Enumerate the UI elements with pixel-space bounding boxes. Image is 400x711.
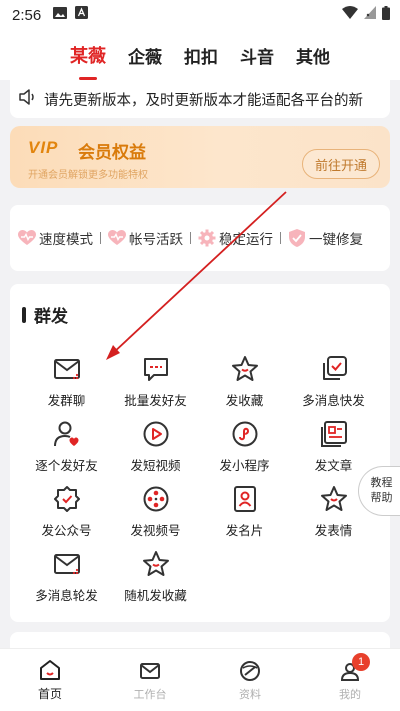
- grid-item-label: 发公众号: [41, 524, 92, 538]
- divider: [100, 232, 101, 244]
- divider: [280, 232, 281, 244]
- grid-item-label: 随机发收藏: [124, 589, 187, 603]
- nav-materials[interactable]: 资料: [200, 649, 300, 711]
- shield-check-icon: [288, 229, 306, 247]
- notice-text: 请先更新版本，及时更新版本才能适配各平台的新: [44, 92, 363, 109]
- section-title: 群发: [34, 307, 68, 326]
- heart-pulse-icon: [18, 230, 36, 246]
- grid-item-send-mini-program[interactable]: 发小程序: [200, 419, 289, 484]
- message-bubble-icon: [143, 358, 168, 381]
- tab-mouwei[interactable]: 某薇: [70, 38, 106, 72]
- help-label-line2: 帮助: [370, 492, 393, 504]
- section-header: 群发: [22, 302, 68, 327]
- grid-item-label: 发短视频: [130, 459, 181, 473]
- grid-item-label: 发小程序: [219, 459, 270, 473]
- feature-row: 速度模式 帐号活跃 稳定运行 一键修复: [10, 205, 390, 271]
- grid-item-multi-message-rotate[interactable]: 多消息轮发: [22, 549, 111, 614]
- vip-logo: VIP: [28, 138, 59, 157]
- gallery-icon: [53, 6, 68, 24]
- materials-icon: [240, 660, 260, 681]
- vip-title: 会员权益: [78, 143, 146, 162]
- nav-label: 资料: [239, 688, 261, 701]
- speaker-icon: [18, 88, 38, 111]
- multi-check-icon: [322, 356, 347, 380]
- grid-item-send-official-account[interactable]: 发公众号: [22, 484, 111, 549]
- vip-banner[interactable]: VIP 会员权益 开通会员解锁更多功能特权 前往开通: [10, 126, 390, 188]
- grid-item-label: 发群聊: [47, 394, 86, 408]
- grid-item-label: 发文章: [314, 459, 353, 473]
- tutorial-help-button[interactable]: 教程 帮助: [358, 466, 400, 516]
- feature-label: 稳定运行: [219, 232, 273, 247]
- grid-item-multi-message-fast[interactable]: 多消息快发: [289, 354, 378, 419]
- vip-open-button[interactable]: 前往开通: [302, 149, 380, 179]
- grid-item-send-friends-one-by-one[interactable]: 逐个发好友: [22, 419, 111, 484]
- feature-stable-run[interactable]: 稳定运行: [198, 228, 273, 248]
- grid-item-send-video-channel[interactable]: 发视频号: [111, 484, 200, 549]
- gear-icon: [198, 229, 216, 247]
- battery-icon: [382, 5, 390, 25]
- nav-profile[interactable]: 1 我的: [300, 649, 400, 711]
- grid-item-label: 批量发好友: [124, 394, 187, 408]
- grid-item-batch-send-friends[interactable]: 批量发好友: [111, 354, 200, 419]
- signal-icon: [364, 6, 376, 24]
- divider: [190, 232, 191, 244]
- grid-item-label: 发视频号: [130, 524, 181, 538]
- section-marker: [22, 306, 26, 323]
- notice-bar[interactable]: 请先更新版本，及时更新版本才能适配各平台的新: [10, 80, 390, 118]
- feature-label: 速度模式: [39, 232, 93, 247]
- feature-label: 一键修复: [309, 232, 363, 247]
- feature-one-click-repair[interactable]: 一键修复: [288, 228, 363, 248]
- workbench-icon: [140, 662, 160, 679]
- wifi-icon: [342, 6, 358, 24]
- vip-description: 开通会员解锁更多功能特权: [28, 170, 148, 181]
- grid-item-label: 逐个发好友: [35, 459, 98, 473]
- random-star-icon: [142, 551, 169, 576]
- tab-koukou[interactable]: 扣扣: [184, 39, 218, 72]
- play-icon: [143, 421, 168, 447]
- nav-home[interactable]: 首页: [0, 649, 100, 711]
- mini-program-icon: [232, 421, 257, 447]
- user-heart-icon: [53, 421, 78, 447]
- grid-item-random-send-favorites[interactable]: 随机发收藏: [111, 549, 200, 614]
- chat-rotate-icon: [53, 554, 80, 575]
- home-icon: [40, 660, 60, 680]
- feature-speed-mode[interactable]: 速度模式: [18, 228, 93, 248]
- video-channel-icon: [143, 486, 168, 512]
- official-account-icon: [53, 486, 80, 512]
- grid-item-send-business-card[interactable]: 发名片: [200, 484, 289, 549]
- tab-other[interactable]: 其他: [296, 39, 330, 72]
- grid-item-label: 多消息轮发: [35, 589, 98, 603]
- chat-group-icon: [53, 359, 80, 380]
- grid-item-label: 发名片: [225, 524, 264, 538]
- bottom-navigation: 首页 工作台 资料 1 我的: [0, 648, 400, 711]
- keyboard-a-icon: [75, 6, 89, 24]
- platform-tabs: 某薇 企薇 扣扣 斗音 其他: [0, 30, 400, 80]
- tab-douyin[interactable]: 斗音: [240, 39, 274, 72]
- star-icon: [231, 356, 258, 381]
- nav-workbench[interactable]: 工作台: [100, 649, 200, 711]
- grid-item-send-short-video[interactable]: 发短视频: [111, 419, 200, 484]
- help-label-line1: 教程: [370, 477, 393, 489]
- grid-item-label: 多消息快发: [302, 394, 365, 408]
- grid-item-send-group-chat[interactable]: 发群聊: [22, 354, 111, 419]
- nav-label: 工作台: [133, 688, 167, 701]
- grid-item-label: 发表情: [314, 524, 353, 538]
- card-icon: [233, 486, 256, 512]
- feature-account-active[interactable]: 帐号活跃: [108, 228, 183, 248]
- feature-label: 帐号活跃: [129, 232, 183, 247]
- status-time: 2:56: [12, 6, 42, 24]
- tab-qiwei[interactable]: 企薇: [128, 39, 162, 72]
- heart-pulse-icon: [108, 230, 126, 246]
- notification-badge: 1: [352, 653, 370, 671]
- group-send-card: 群发 发群聊 批量发好友 发收藏 多消息快发 逐个发好友 发短视频 发小程序 发…: [10, 284, 390, 622]
- sticker-star-icon: [320, 486, 347, 511]
- grid-item-label: 发收藏: [225, 394, 264, 408]
- nav-label: 首页: [37, 687, 62, 701]
- nav-label: 我的: [339, 688, 361, 701]
- article-icon: [320, 421, 347, 447]
- status-bar: 2:56: [0, 0, 400, 30]
- grid-item-send-favorites[interactable]: 发收藏: [200, 354, 289, 419]
